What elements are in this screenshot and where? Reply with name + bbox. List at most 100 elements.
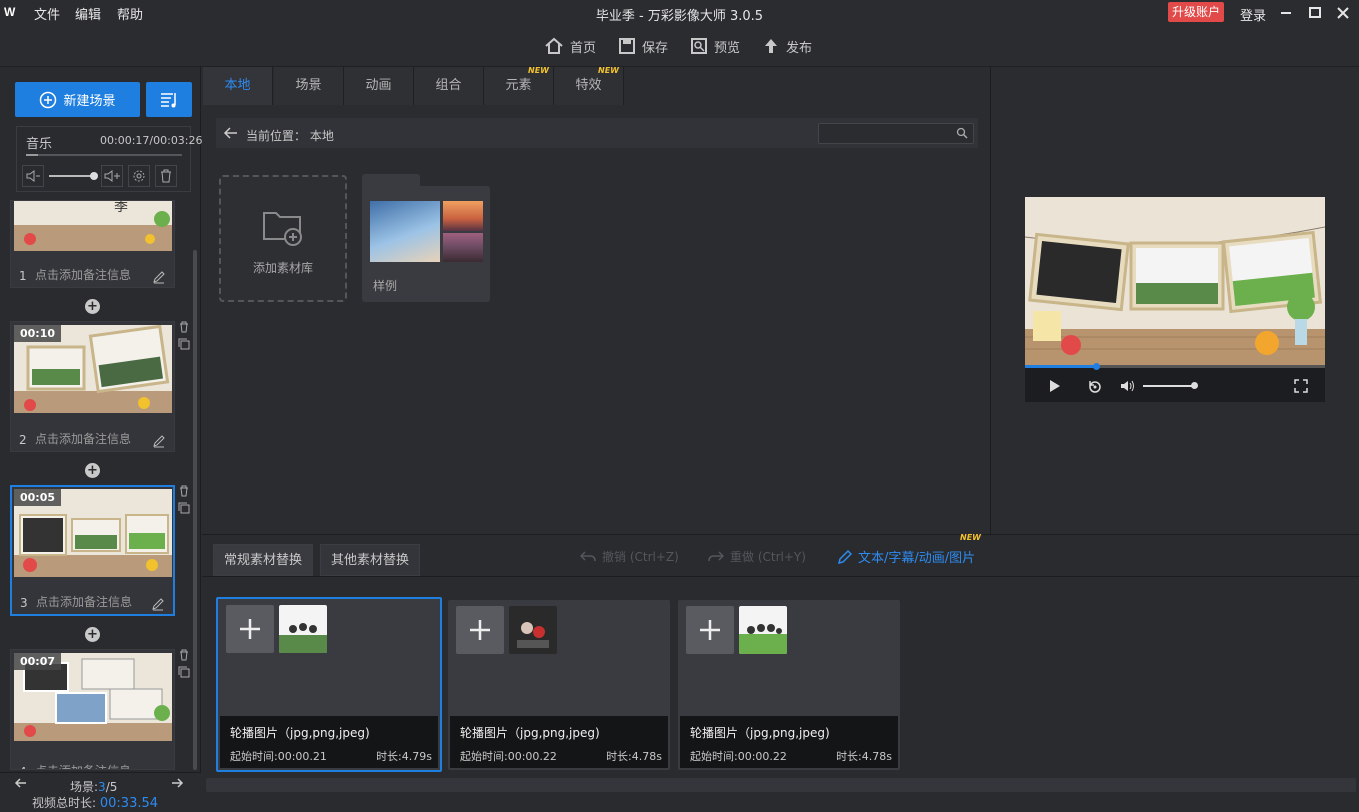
media-card[interactable]: 轮播图片（jpg,png,jpeg) 起始时间:00:00.21 时长:4.79… <box>216 597 442 772</box>
delete-scene-icon[interactable] <box>178 649 190 661</box>
tab-local[interactable]: 本地 <box>203 67 273 105</box>
volume-slider[interactable] <box>49 175 95 177</box>
add-media-button[interactable] <box>226 605 274 653</box>
media-thumbnail[interactable] <box>739 606 787 654</box>
delete-scene-icon[interactable] <box>178 321 190 333</box>
scene-note[interactable]: 点击添加备注信息 <box>35 762 131 769</box>
media-card[interactable]: 轮播图片（jpg,png,jpeg) 起始时间:00:00.22 时长:4.78… <box>678 600 900 770</box>
tab-animation[interactable]: 动画 <box>344 67 414 105</box>
media-title: 轮播图片（jpg,png,jpeg) <box>690 726 830 740</box>
add-media-button[interactable] <box>456 606 504 654</box>
fullscreen-icon[interactable] <box>1294 379 1308 393</box>
next-scene-icon[interactable] <box>170 776 184 790</box>
preview-progress[interactable] <box>1025 365 1325 368</box>
folder-preview-image <box>443 201 483 231</box>
edit-icon[interactable] <box>152 270 166 284</box>
add-scene-button[interactable]: + <box>85 627 100 642</box>
media-thumbnail[interactable] <box>279 605 327 653</box>
add-library-button[interactable]: 添加素材库 <box>219 175 347 302</box>
add-media-button[interactable] <box>686 606 734 654</box>
redo-label: 重做 (Ctrl+Y) <box>730 550 806 564</box>
copy-scene-icon[interactable] <box>178 338 190 350</box>
toolbar <box>0 26 1359 67</box>
copy-scene-icon[interactable] <box>178 666 190 678</box>
folder-preview-image <box>443 233 483 262</box>
media-card[interactable]: 轮播图片（jpg,png,jpeg) 起始时间:00:00.22 时长:4.78… <box>448 600 670 770</box>
folder-preview-image <box>370 201 440 262</box>
scene-card-1[interactable]: 季 1 点击添加备注信息 <box>10 200 175 288</box>
edit-text-label: 文本/字幕/动画/图片 <box>858 551 976 566</box>
scene-list-button[interactable] <box>146 82 192 117</box>
edit-icon[interactable] <box>151 597 165 611</box>
prev-scene-icon[interactable] <box>14 776 28 790</box>
horizontal-scrollbar[interactable] <box>206 778 1356 792</box>
scene-card-2[interactable]: 00:10 2 点击添加备注信息 <box>10 321 175 452</box>
scene-scrollbar[interactable] <box>193 250 197 770</box>
total-duration-value: 00:33.54 <box>99 796 159 811</box>
add-scene-button[interactable]: + <box>85 463 100 478</box>
replay-icon[interactable] <box>1087 378 1103 394</box>
tab-scene[interactable]: 场景 <box>274 67 344 105</box>
save-icon <box>618 37 636 55</box>
minimize-icon[interactable] <box>1276 3 1296 23</box>
menu-edit[interactable]: 编辑 <box>75 4 101 23</box>
new-scene-button[interactable]: 新建场景 <box>15 82 140 117</box>
folder-label: 样例 <box>373 279 398 293</box>
preview-progress-knob[interactable] <box>1093 363 1100 370</box>
volume-icon[interactable] <box>1120 379 1136 393</box>
list-icon <box>159 91 179 109</box>
scene-number: 3 <box>20 596 28 610</box>
edit-text-button[interactable]: 文本/字幕/动画/图片 <box>838 547 975 566</box>
login-button[interactable]: 登录 <box>1240 5 1266 24</box>
scene-note[interactable]: 点击添加备注信息 <box>35 266 131 283</box>
video-preview <box>1025 197 1325 402</box>
close-icon[interactable] <box>1333 3 1353 23</box>
volume-up-icon[interactable] <box>101 165 123 187</box>
edit-icon[interactable] <box>152 434 166 448</box>
media-thumbnail[interactable] <box>509 606 557 654</box>
publish-label: 发布 <box>786 40 813 56</box>
upgrade-account-button[interactable]: 升级账户 <box>1168 2 1224 22</box>
scene-note[interactable]: 点击添加备注信息 <box>36 593 132 610</box>
preview-button[interactable]: 预览 <box>690 36 740 56</box>
save-button[interactable]: 保存 <box>618 36 668 56</box>
tab-regular-replace[interactable]: 常规素材替换 <box>213 544 314 576</box>
play-icon[interactable] <box>1049 379 1061 393</box>
music-panel: 音乐 00:00:17/00:03:26 <box>16 126 203 192</box>
music-progress[interactable] <box>26 154 182 156</box>
scene-thumbnail: 季 <box>14 201 172 251</box>
volume-knob[interactable] <box>90 172 98 180</box>
tab-other-replace[interactable]: 其他素材替换 <box>320 544 421 576</box>
maximize-icon[interactable] <box>1305 3 1325 23</box>
preview-icon <box>690 37 708 55</box>
scene-counter-label: 场景: <box>70 780 99 794</box>
back-arrow-icon[interactable] <box>223 126 239 140</box>
add-library-label: 添加素材库 <box>252 261 313 275</box>
search-input[interactable] <box>818 123 974 144</box>
preview-volume-knob[interactable] <box>1191 382 1198 389</box>
publish-button[interactable]: 发布 <box>762 36 812 56</box>
scene-note[interactable]: 点击添加备注信息 <box>35 430 131 447</box>
undo-button[interactable]: 撤销 (Ctrl+Z) <box>580 548 679 565</box>
trash-icon[interactable] <box>155 165 177 187</box>
media-start-time: 起始时间:00:00.21 <box>230 750 327 763</box>
save-label: 保存 <box>642 40 669 56</box>
add-scene-button[interactable]: + <box>85 299 100 314</box>
scene-current: 3 <box>98 780 106 794</box>
delete-scene-icon[interactable] <box>178 485 190 497</box>
search-icon[interactable] <box>956 127 968 139</box>
scene-card-4[interactable]: 00:07 4 点击添加备注信息 <box>10 649 175 770</box>
sample-folder[interactable]: 样例 <box>362 186 490 302</box>
settings-icon[interactable] <box>128 165 150 187</box>
volume-down-icon[interactable] <box>22 165 44 187</box>
total-duration: 视频总时长: 00:33.54 <box>32 794 158 811</box>
menu-file[interactable]: 文件 <box>34 4 60 23</box>
preview-volume-slider[interactable] <box>1143 385 1195 387</box>
tab-combo[interactable]: 组合 <box>414 67 484 105</box>
copy-scene-icon[interactable] <box>178 502 190 514</box>
menu-help[interactable]: 帮助 <box>117 4 143 23</box>
scene-card-3[interactable]: 00:05 3 点击添加备注信息 <box>10 485 175 616</box>
folder-add-icon <box>262 207 306 247</box>
redo-button[interactable]: 重做 (Ctrl+Y) <box>708 548 806 565</box>
home-button[interactable]: 首页 <box>544 36 596 56</box>
